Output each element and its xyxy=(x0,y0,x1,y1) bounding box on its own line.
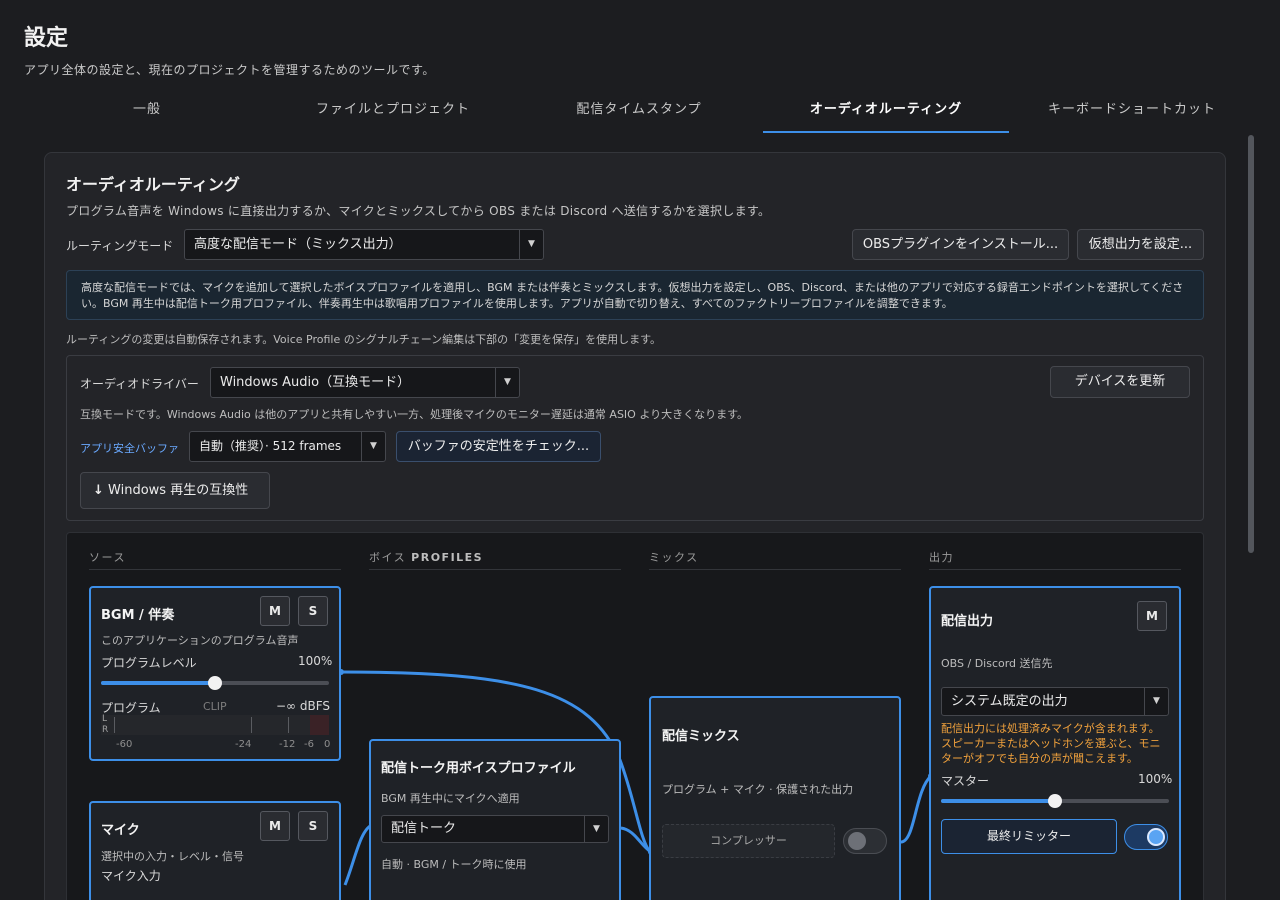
audio-driver-select[interactable]: Windows Audio（互換モード） ▼ xyxy=(210,367,520,398)
routing-mode-label: ルーティングモード xyxy=(66,239,174,253)
autosave-note: ルーティングの変更は自動保存されます。Voice Profile のシグナルチェ… xyxy=(66,333,662,346)
clip-indicator: CLIP xyxy=(203,700,227,713)
profile-auto-note: 自動 · BGM / トーク時に使用 xyxy=(381,858,527,871)
chevron-down-icon: ▼ xyxy=(495,368,519,397)
program-level-label: プログラムレベル xyxy=(101,656,197,670)
column-header-voice-profiles: ボイス PROFILES xyxy=(369,549,621,570)
bgm-node-subtitle: このアプリケーションのプログラム音声 xyxy=(101,634,299,647)
check-buffer-stability-button[interactable]: バッファの安定性をチェック... xyxy=(396,431,601,462)
tab-files-projects[interactable]: ファイルとプロジェクト xyxy=(270,96,516,133)
master-thumb[interactable] xyxy=(1048,794,1062,808)
section-heading: オーディオルーティング xyxy=(66,175,240,194)
tab-stream-timestamps[interactable]: 配信タイムスタンプ xyxy=(516,96,762,133)
audio-driver-value: Windows Audio（互換モード） xyxy=(220,375,411,390)
chevron-down-icon: ▼ xyxy=(584,816,608,842)
routing-mode-value: 高度な配信モード（ミックス出力） xyxy=(194,237,402,252)
meter-channel-left: L xyxy=(102,714,108,724)
routing-mode-select[interactable]: 高度な配信モード（ミックス出力） ▼ xyxy=(184,229,544,260)
advanced-mode-info: 高度な配信モードでは、マイクを追加して選択したボイスプロファイルを適用し、BGM… xyxy=(66,270,1204,320)
compressor-button[interactable]: コンプレッサー xyxy=(662,824,835,858)
master-slider[interactable] xyxy=(941,794,1169,808)
mic-node-title: マイク xyxy=(101,823,140,838)
arrow-down-icon: ↓ xyxy=(93,483,104,498)
tab-keyboard-shortcuts[interactable]: キーボードショートカット xyxy=(1009,96,1255,133)
output-node-subtitle: OBS / Discord 送信先 xyxy=(941,657,1053,670)
db-readout: −∞ dBFS xyxy=(276,699,331,713)
bgm-solo-button[interactable]: S xyxy=(298,596,328,626)
section-description: プログラム音声を Windows に直接出力するか、マイクとミックスしてから O… xyxy=(66,204,771,218)
meter-tick: -60 xyxy=(116,739,133,750)
mix-node-title: 配信ミックス xyxy=(662,729,740,744)
tab-general[interactable]: 一般 xyxy=(24,96,270,133)
output-node-title: 配信出力 xyxy=(941,614,994,629)
limiter-toggle[interactable] xyxy=(1124,824,1168,850)
tab-audio-routing[interactable]: オーディオルーティング xyxy=(763,96,1009,133)
page-title: 設定 xyxy=(24,26,69,51)
output-mute-button[interactable]: M xyxy=(1137,601,1167,631)
chevron-down-icon: ▼ xyxy=(1144,688,1168,715)
column-header-mix: ミックス xyxy=(649,549,901,570)
program-level-value: 100% xyxy=(298,654,333,668)
compressor-toggle-knob xyxy=(848,832,866,850)
meter-tick: 0 xyxy=(324,739,331,750)
settings-tabs: 一般 ファイルとプロジェクト 配信タイムスタンプ オーディオルーティング キーボ… xyxy=(24,96,1256,133)
limiter-toggle-knob xyxy=(1147,828,1165,846)
bgm-node-title: BGM / 伴奏 xyxy=(101,608,175,623)
compressor-toggle[interactable] xyxy=(843,828,887,854)
audio-driver-label: オーディオドライバー xyxy=(80,377,199,391)
buffer-label[interactable]: アプリ安全バッファ xyxy=(80,440,179,456)
master-fill xyxy=(941,799,1055,803)
mic-mute-button[interactable]: M xyxy=(260,811,290,841)
program-level-fill xyxy=(101,681,215,685)
program-level-slider[interactable] xyxy=(101,676,329,690)
profile-node-title: 配信トーク用ボイスプロファイル xyxy=(381,761,576,776)
scrollbar[interactable] xyxy=(1248,135,1254,553)
output-device-select[interactable]: システム既定の出力 ▼ xyxy=(941,687,1169,716)
configure-virtual-output-button[interactable]: 仮想出力を設定... xyxy=(1077,229,1204,260)
meter-tick: -12 xyxy=(279,739,296,750)
column-header-source: ソース xyxy=(89,549,341,570)
mix-node-subtitle: プログラム + マイク · 保護された出力 xyxy=(662,783,854,796)
column-header-output: 出力 xyxy=(929,549,1181,570)
bgm-mute-button[interactable]: M xyxy=(260,596,290,626)
windows-playback-compat-label: Windows 再生の互換性 xyxy=(108,483,249,498)
program-level-thumb[interactable] xyxy=(208,676,222,690)
final-limiter-button[interactable]: 最終リミッター xyxy=(941,819,1117,854)
refresh-devices-button[interactable]: デバイスを更新 xyxy=(1050,366,1190,398)
driver-hint: 互換モードです。Windows Audio は他のアプリと共有しやすい一方、処理… xyxy=(80,408,749,421)
page-subtitle: アプリ全体の設定と、現在のプロジェクトを管理するためのツールです。 xyxy=(24,63,435,77)
chevron-down-icon: ▼ xyxy=(361,432,385,461)
output-device-value: システム既定の出力 xyxy=(951,694,1068,709)
buffer-select[interactable]: 自動（推奨）· 512 frames ▼ xyxy=(189,431,386,462)
windows-playback-compat-button[interactable]: ↓ Windows 再生の互換性 xyxy=(80,472,270,509)
mic-input-label: マイク入力 xyxy=(101,869,161,883)
program-meter-label: プログラム xyxy=(101,701,161,715)
mic-node-subtitle: 選択中の入力・レベル・信号 xyxy=(101,850,244,863)
program-meter xyxy=(101,715,329,735)
output-warning: 配信出力には処理済みマイクが含まれます。スピーカーまたはヘッドホンを選ぶと、モニ… xyxy=(941,722,1161,765)
voice-profile-select[interactable]: 配信トーク ▼ xyxy=(381,815,609,843)
chevron-down-icon: ▼ xyxy=(519,230,543,259)
meter-tick: -24 xyxy=(235,739,252,750)
master-label: マスター xyxy=(941,774,990,788)
buffer-value: 自動（推奨）· 512 frames xyxy=(199,439,342,453)
voice-profile-value: 配信トーク xyxy=(391,821,457,836)
meter-tick: -6 xyxy=(304,739,314,750)
profile-node-subtitle: BGM 再生中にマイクへ適用 xyxy=(381,792,520,805)
meter-channel-right: R xyxy=(102,725,109,735)
install-obs-plugin-button[interactable]: OBSプラグインをインストール... xyxy=(852,229,1069,260)
master-value: 100% xyxy=(1138,772,1173,786)
mic-solo-button[interactable]: S xyxy=(298,811,328,841)
